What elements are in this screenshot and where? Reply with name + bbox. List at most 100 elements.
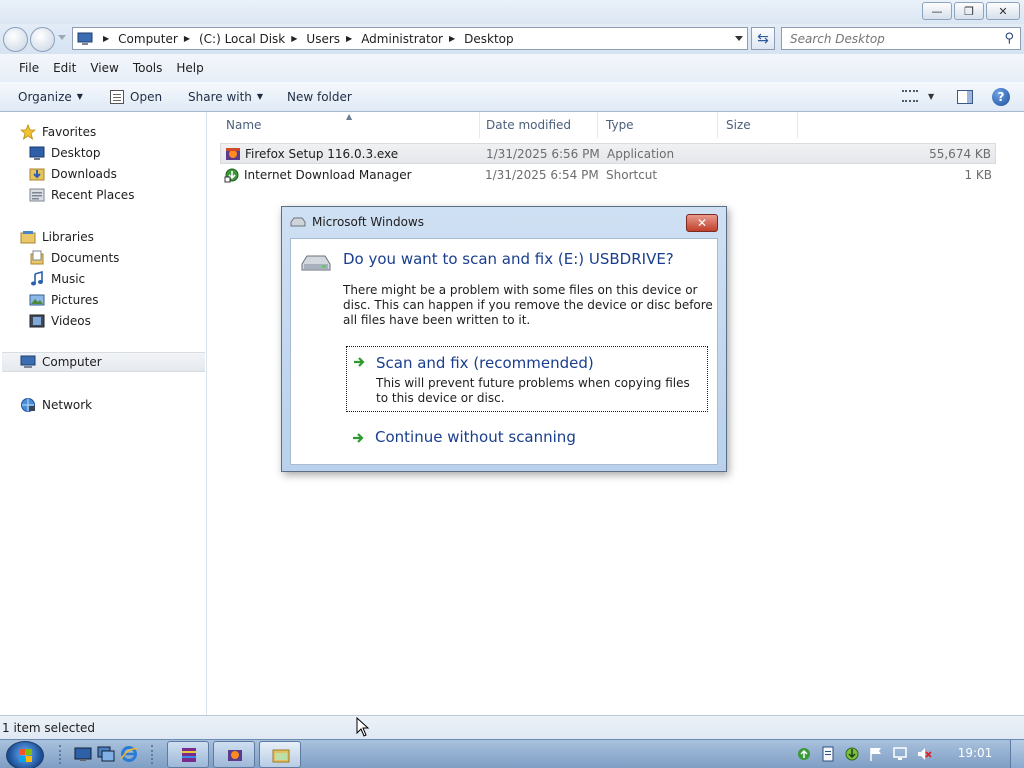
refresh-icon: ⇆ [757, 30, 769, 47]
continue-without-scanning-option[interactable]: Continue without scanning [346, 425, 708, 451]
show-desktop-quicklaunch-icon[interactable] [74, 745, 92, 763]
file-row[interactable]: Internet Download Manager 1/31/2025 6:54… [220, 164, 996, 185]
preview-pane-icon[interactable] [957, 90, 973, 104]
taskbar-winrar-button[interactable] [167, 741, 209, 768]
nav-desktop[interactable]: Desktop [29, 143, 101, 163]
nav-music[interactable]: Music [29, 269, 85, 289]
breadcrumb-administrator[interactable]: Administrator [361, 32, 443, 46]
taskbar-app-button[interactable] [213, 741, 255, 768]
dialog-description: There might be a problem with some files… [343, 283, 713, 327]
nav-recent-places[interactable]: Recent Places [29, 185, 134, 205]
share-with-button[interactable]: Share with ▼ [188, 90, 263, 104]
search-icon[interactable]: ⚲ [1004, 31, 1014, 46]
volume-muted-icon[interactable] [916, 746, 932, 762]
organize-button[interactable]: Organize ▼ [18, 90, 83, 104]
scan-and-fix-dialog: Microsoft Windows ✕ Do you want to scan … [281, 206, 727, 472]
recent-pages-dropdown-icon[interactable] [58, 35, 66, 40]
open-button[interactable]: Open [110, 89, 162, 104]
forward-button[interactable] [30, 27, 55, 52]
internet-explorer-icon[interactable] [120, 745, 138, 763]
new-folder-button[interactable]: New folder [287, 90, 352, 104]
breadcrumb: ▶ Computer ▶ (C:) Local Disk ▶ Users ▶ A… [97, 32, 514, 46]
nav-music-label: Music [51, 272, 86, 286]
breadcrumb-local-disk[interactable]: (C:) Local Disk [199, 32, 285, 46]
search-input[interactable] [790, 31, 990, 46]
libraries-icon [20, 231, 36, 244]
breadcrumb-chevron-icon[interactable]: ▶ [291, 34, 297, 43]
nav-favorites[interactable]: Favorites [20, 122, 96, 142]
firefox-installer-icon [228, 750, 242, 761]
change-view-button[interactable]: ▼ [902, 90, 934, 102]
document-tray-icon[interactable] [820, 746, 836, 762]
taskbar-clock[interactable]: 19:01 [949, 746, 1001, 760]
breadcrumb-chevron-icon[interactable]: ▶ [103, 34, 109, 43]
nav-network-label: Network [42, 398, 93, 412]
file-type: Shortcut [606, 167, 658, 182]
folder-icon [272, 749, 290, 763]
caret-down-icon: ▼ [76, 92, 83, 101]
window-titlebar: — ❐ ✕ [0, 0, 1024, 24]
maximize-button[interactable]: ❐ [954, 2, 984, 20]
nav-recent-places-label: Recent Places [51, 188, 135, 202]
column-header-type[interactable]: Type [596, 112, 718, 138]
dialog-close-button[interactable]: ✕ [686, 214, 718, 232]
nav-downloads[interactable]: Downloads [29, 164, 117, 184]
nav-pictures[interactable]: Pictures [29, 290, 99, 310]
column-header-name[interactable]: Name [216, 112, 480, 138]
breadcrumb-desktop[interactable]: Desktop [464, 32, 514, 46]
column-header-size[interactable]: Size [716, 112, 798, 138]
refresh-button[interactable]: ⇆ [751, 27, 775, 50]
breadcrumb-chevron-icon[interactable]: ▶ [346, 34, 352, 43]
taskbar-explorer-button[interactable] [259, 741, 301, 768]
address-bar[interactable]: ▶ Computer ▶ (C:) Local Disk ▶ Users ▶ A… [72, 27, 748, 50]
open-icon [110, 89, 124, 104]
scan-and-fix-description: This will prevent future problems when c… [376, 376, 690, 405]
action-center-flag-icon[interactable] [868, 746, 884, 762]
show-desktop-button[interactable] [1010, 740, 1024, 768]
back-button[interactable] [3, 27, 28, 52]
nav-documents[interactable]: Documents [29, 248, 119, 268]
scan-and-fix-label: Scan and fix (recommended) [376, 354, 594, 372]
dialog-body: Do you want to scan and fix (E:) USBDRIV… [290, 238, 718, 465]
computer-icon [20, 355, 36, 368]
breadcrumb-computer[interactable]: Computer [118, 32, 178, 46]
start-button[interactable] [6, 741, 44, 768]
nav-network[interactable]: Network [20, 395, 92, 415]
breadcrumb-chevron-icon[interactable]: ▶ [449, 34, 455, 43]
pictures-icon [29, 294, 45, 306]
help-icon[interactable]: ? [992, 88, 1010, 106]
green-arrow-icon [354, 357, 365, 367]
address-history-dropdown-icon[interactable] [735, 36, 743, 41]
file-name: Internet Download Manager [244, 167, 412, 182]
search-box[interactable]: ⚲ [781, 27, 1021, 50]
file-name: Firefox Setup 116.0.3.exe [245, 146, 399, 161]
command-bar: Organize ▼ Open Share with ▼ New folder … [0, 82, 1024, 112]
taskbar: 19:01 [0, 739, 1024, 768]
menu-tools[interactable]: Tools [133, 61, 163, 75]
menu-help[interactable]: Help [176, 61, 203, 75]
idm-tray-icon[interactable] [844, 746, 860, 762]
music-icon [31, 271, 43, 286]
close-button[interactable]: ✕ [986, 2, 1020, 20]
window-controls: — ❐ ✕ [922, 2, 1020, 20]
breadcrumb-users[interactable]: Users [306, 32, 340, 46]
scan-and-fix-option[interactable]: Scan and fix (recommended) This will pre… [346, 346, 708, 412]
file-row[interactable]: Firefox Setup 116.0.3.exe 1/31/2025 6:56… [220, 143, 996, 164]
menu-view[interactable]: View [90, 61, 118, 75]
close-icon: ✕ [998, 4, 1008, 18]
menu-file[interactable]: File [19, 61, 39, 75]
switch-windows-icon[interactable] [97, 745, 115, 763]
minimize-button[interactable]: — [922, 2, 952, 20]
network-connection-icon[interactable] [892, 746, 908, 762]
organize-label: Organize [18, 89, 72, 104]
network-status-icon[interactable] [796, 746, 812, 762]
nav-libraries[interactable]: Libraries [20, 227, 94, 247]
breadcrumb-chevron-icon[interactable]: ▶ [184, 34, 190, 43]
nav-computer[interactable]: Computer [2, 352, 205, 372]
nav-videos[interactable]: Videos [29, 311, 91, 331]
column-header-date-modified[interactable]: Date modified [476, 112, 598, 138]
file-type: Application [607, 146, 675, 161]
taskbar-grip[interactable] [151, 745, 155, 764]
taskbar-grip[interactable] [59, 745, 63, 764]
menu-edit[interactable]: Edit [53, 61, 76, 75]
